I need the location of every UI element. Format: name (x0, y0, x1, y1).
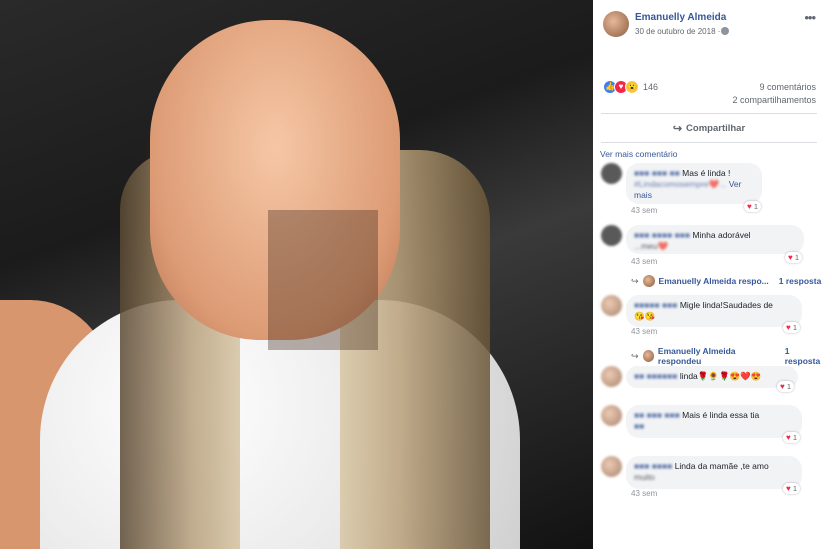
commenter-name-blurred[interactable]: ■■ ■■■■■■ (634, 371, 677, 381)
more-dots-icon[interactable]: ••• (804, 10, 816, 25)
commenter-avatar[interactable] (601, 405, 622, 426)
reaction-count: 146 (643, 82, 659, 92)
commenter-name-blurred[interactable]: ■■ ■■■ ■■■ (634, 410, 680, 420)
divider (601, 142, 817, 143)
comment-bubble: ■■■■■ ■■■ Migle linda!Saudades de 😘😘 (626, 295, 802, 327)
comment-text: Mais é linda essa tia (682, 410, 760, 420)
comment-reaction-count: 1 (753, 202, 759, 211)
comment-bubble: ■■■ ■■■■ ■■■ Minha adorável ...meu❤️ (626, 225, 804, 254)
comment: ■■■ ■■■■ Linda da mamãe ,te amo muito 43… (599, 456, 819, 498)
comment-reactions[interactable]: ♥ 1 (783, 483, 801, 494)
heart-icon: ♥ (786, 484, 791, 493)
commenter-avatar[interactable] (601, 366, 622, 387)
share-button-label: Compartilhar (686, 122, 746, 134)
share-button[interactable]: ↪ Compartilhar (593, 118, 825, 138)
comment-text-line2: ...meu❤️ (634, 241, 669, 251)
comment-text: Linda da mamãe ,te amo (674, 461, 769, 471)
comment-reactions[interactable]: ♥ 1 (783, 432, 801, 443)
comment-reactions[interactable]: ♥ 1 (777, 381, 795, 392)
commenter-avatar[interactable] (601, 456, 622, 477)
reply-author: Emanuelly Almeida respo... (658, 276, 769, 286)
comment-reactions[interactable]: ♥ 1 (785, 252, 803, 263)
comment-reaction-count: 1 (786, 382, 792, 391)
comment-bubble: ■■ ■■■■■■ linda🌹🌻🌹😍❤️😍 (626, 366, 798, 388)
globe-icon (721, 27, 729, 35)
comment-reaction-count: 1 (792, 484, 798, 493)
reply-thread-link[interactable]: ↪ Emanuelly Almeida respo... 1 resposta (631, 275, 821, 287)
reply-avatar (642, 350, 654, 362)
commenter-name-blurred[interactable]: ■■■■■ ■■■ (634, 300, 677, 310)
comment: ■■ ■■■■■■ linda🌹🌻🌹😍❤️😍 ♥ 1 (599, 366, 819, 396)
comment-reaction-count: 1 (794, 253, 800, 262)
comment-bubble: ■■■ ■■■ ■■ Mas é linda ! #Lindacomosempr… (626, 163, 762, 204)
heart-icon: ♥ (747, 202, 752, 211)
heart-icon: ♥ (780, 382, 785, 391)
post-side-panel: Emanuelly Almeida 30 de outubro de 2018 … (593, 0, 825, 549)
comment-text-line2: muito (634, 472, 655, 482)
comment: ■■ ■■■ ■■■ Mais é linda essa tia ■■ ♥ 1 (599, 405, 819, 447)
comment-text-line2: 😘😘 (634, 311, 656, 321)
shares-count[interactable]: 2 compartilhamentos (732, 95, 816, 105)
reactions-summary[interactable]: 👍 ♥ 😮 146 (603, 80, 658, 94)
reply-count: 1 resposta (784, 346, 821, 366)
comment-time[interactable]: 43 sem (631, 489, 657, 498)
post-date[interactable]: 30 de outubro de 2018 · (635, 27, 720, 36)
author-name[interactable]: Emanuelly Almeida (635, 12, 726, 23)
comment-text-line2: ■■ (634, 421, 645, 431)
comment-reactions[interactable]: ♥ 1 (783, 322, 801, 333)
author-avatar[interactable] (603, 11, 629, 37)
comment: ■■■ ■■■ ■■ Mas é linda ! #Lindacomosempr… (599, 163, 819, 215)
comment-reactions[interactable]: ♥ 1 (744, 201, 762, 212)
commenter-name-blurred[interactable]: ■■■ ■■■■ (634, 461, 672, 471)
comment-bubble: ■■ ■■■ ■■■ Mais é linda essa tia ■■ (626, 405, 802, 438)
comments-count[interactable]: 9 comentários (759, 82, 816, 92)
comment-text: linda🌹🌻🌹😍❤️😍 (679, 371, 762, 381)
comment-time[interactable]: 43 sem (631, 257, 657, 266)
comment-time[interactable]: 43 sem (631, 206, 657, 215)
share-icon: ↪ (672, 122, 683, 135)
wow-icon: 😮 (625, 80, 639, 94)
comment-text: Mas é linda ! (682, 168, 731, 178)
commenter-avatar[interactable] (601, 225, 622, 246)
heart-icon: ♥ (786, 323, 791, 332)
reply-arrow-icon: ↪ (631, 275, 639, 286)
commenter-name-blurred[interactable]: ■■■ ■■■ ■■ (634, 168, 680, 178)
comment-time[interactable]: 43 sem (631, 327, 657, 336)
comment-bubble: ■■■ ■■■■ Linda da mamãe ,te amo muito (626, 456, 802, 489)
reply-thread-link[interactable]: ↪ Emanuelly Almeida respondeu 1 resposta (631, 346, 825, 366)
divider (601, 113, 817, 114)
post-photo[interactable] (0, 0, 593, 549)
commenter-name-blurred[interactable]: ■■■ ■■■■ ■■■ (634, 230, 690, 240)
heart-icon: ♥ (788, 253, 793, 262)
reply-count: 1 resposta (778, 276, 822, 286)
comment-hashtag[interactable]: #Lindacomosempre❤️... (634, 179, 726, 189)
reply-author: Emanuelly Almeida respondeu (657, 346, 736, 366)
view-more-comments-link[interactable]: Ver mais comentário (600, 149, 677, 159)
commenter-avatar[interactable] (601, 163, 622, 184)
comment: ■■■■■ ■■■ Migle linda!Saudades de 😘😘 43 … (599, 295, 819, 337)
comment: ■■■ ■■■■ ■■■ Minha adorável ...meu❤️ 43 … (599, 225, 819, 267)
commenter-avatar[interactable] (601, 295, 622, 316)
comment-text: Migle linda!Saudades de (679, 300, 773, 310)
comment-reaction-count: 1 (792, 323, 798, 332)
photo-shadow (268, 210, 378, 350)
heart-icon: ♥ (786, 433, 791, 442)
comment-text: Minha adorável (692, 230, 751, 240)
reply-arrow-icon: ↪ (631, 350, 639, 361)
comment-reaction-count: 1 (792, 433, 798, 442)
reply-avatar (642, 275, 655, 287)
